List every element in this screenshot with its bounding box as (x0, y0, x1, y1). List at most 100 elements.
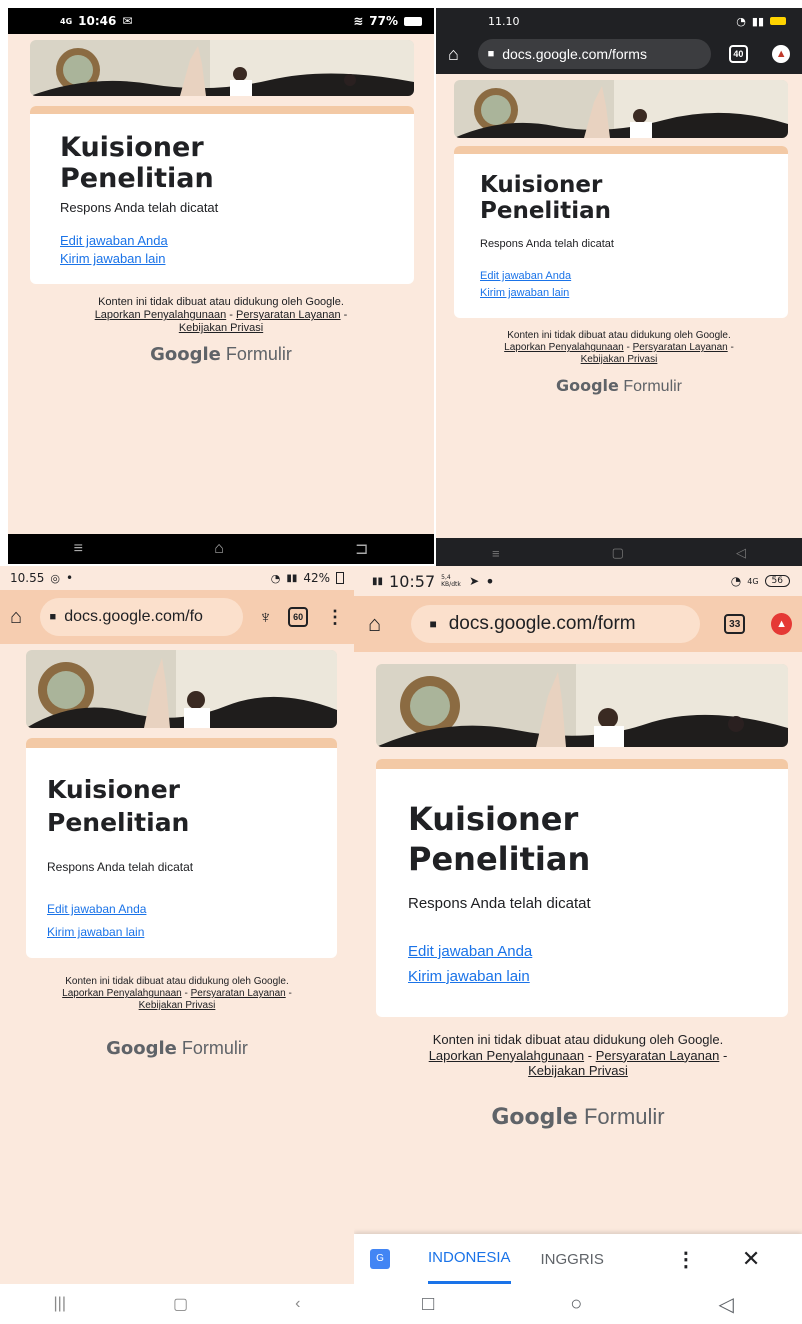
update-icon[interactable]: ▲ (771, 613, 792, 635)
status-time: 10:46 (78, 14, 117, 28)
footer: Konten ini tidak dibuat atau didukung ol… (354, 1032, 802, 1079)
google-forms-logo: Google Formulir (150, 344, 292, 365)
disclaimer-text: Konten ini tidak dibuat atau didukung ol… (432, 1032, 724, 1047)
signal-icon: ▮▮ (751, 14, 764, 28)
nav-bar: ≡ ⌂ ⊐ (8, 534, 434, 564)
report-abuse-link[interactable]: Laporkan Penyalahgunaan (95, 309, 227, 321)
tab-switcher-button[interactable]: 40 (728, 45, 749, 63)
battery-level: 56 (764, 575, 790, 587)
privacy-link[interactable]: Kebijakan Privasi (581, 354, 658, 365)
google-forms-logo: Google Formulir (555, 376, 683, 395)
back-nav-icon[interactable]: ⊐ (355, 539, 368, 559)
response-recorded-text: Respons Anda telah dicatat (47, 860, 194, 874)
disclaimer-text: Konten ini tidak dibuat atau didukung ol… (65, 976, 289, 987)
edit-response-link[interactable]: Edit jawaban Anda (480, 268, 571, 285)
microphone-icon[interactable]: ♆ (259, 607, 273, 628)
status-bar: 4G 10:46 ✉ ≋ 77% (8, 8, 434, 34)
banner-photo (376, 664, 788, 747)
banner-photo (454, 80, 788, 138)
response-recorded-text: Respons Anda telah dicatat (408, 895, 591, 912)
browser-toolbar: ⌂ ■ docs.google.com/forms 40 ▲ (436, 34, 802, 74)
edit-response-link[interactable]: Edit jawaban Anda (60, 232, 168, 250)
lock-icon: ■ (49, 611, 57, 623)
footer: Konten ini tidak dibuat atau didukung ol… (436, 330, 802, 366)
notification-dot-icon: • (65, 571, 74, 585)
report-abuse-link[interactable]: Laporkan Penyalahgunaan (504, 342, 624, 353)
translate-menu-icon[interactable]: ⋮ (676, 1247, 696, 1272)
terms-link[interactable]: Persyaratan Layanan (596, 1048, 720, 1063)
alarm-icon: ◔ (270, 571, 281, 585)
form-title: Kuisioner Penelitian (480, 172, 611, 225)
menu-nav-icon[interactable]: ≡ (74, 540, 83, 558)
update-icon[interactable]: ▲ (772, 45, 791, 63)
report-abuse-link[interactable]: Laporkan Penyalahgunaan (429, 1048, 584, 1063)
form-banner-image (454, 80, 788, 138)
status-time: 10.55 (10, 571, 45, 585)
confirmation-card: Kuisioner Penelitian Respons Anda telah d… (454, 146, 788, 318)
home-icon[interactable]: ⌂ (448, 44, 478, 65)
tab-switcher-button[interactable]: 60 (288, 607, 308, 627)
address-bar[interactable]: ■ docs.google.com/form (411, 605, 701, 643)
back-nav-icon[interactable]: ◁ (736, 545, 746, 561)
nav-bar: ≡ ▢ ◁ (436, 538, 802, 568)
privacy-link[interactable]: Kebijakan Privasi (528, 1063, 628, 1078)
google-translate-icon: G (370, 1249, 390, 1269)
back-nav-icon[interactable]: ◁ (719, 1292, 734, 1317)
home-nav-icon[interactable]: ○ (570, 1293, 582, 1316)
home-nav-icon[interactable]: ▢ (612, 545, 624, 561)
privacy-link[interactable]: Kebijakan Privasi (179, 322, 263, 334)
edit-response-link[interactable]: Edit jawaban Anda (408, 939, 532, 964)
privacy-link[interactable]: Kebijakan Privasi (139, 1000, 216, 1011)
translate-language-source-tab[interactable]: INDONESIA (428, 1234, 511, 1284)
footer: Konten ini tidak dibuat atau didukung ol… (0, 976, 354, 1012)
edit-response-link[interactable]: Edit jawaban Anda (47, 898, 146, 921)
menu-icon[interactable]: ⋮ (326, 607, 344, 628)
submit-another-link[interactable]: Kirim jawaban lain (60, 250, 168, 268)
battery-icon (404, 16, 422, 26)
signal-4g-icon: 4G (747, 576, 759, 586)
close-icon[interactable]: ✕ (742, 1246, 760, 1272)
mail-icon: ✉ (122, 14, 133, 28)
home-nav-icon[interactable]: ▢ (173, 1294, 188, 1314)
screenshot-4: ▮▮ 10:57 5,4 KB/dtk ➤ • ◔ 4G 56 ⌂ ■ docs… (354, 566, 802, 1324)
submit-another-link[interactable]: Kirim jawaban lain (408, 964, 532, 989)
recents-nav-icon[interactable]: ||| (54, 1295, 66, 1313)
form-banner-image (30, 40, 414, 96)
submit-another-link[interactable]: Kirim jawaban lain (480, 285, 571, 302)
browser-toolbar: ⌂ ■ docs.google.com/form 33 ▲ (354, 596, 802, 652)
terms-link[interactable]: Persyaratan Layanan (236, 309, 341, 321)
battery-level: 77% (369, 14, 398, 28)
nav-bar: ||| ▢ ‹ (0, 1284, 354, 1324)
address-bar[interactable]: ■ docs.google.com/forms (477, 39, 711, 69)
google-forms-logo: Google Formulir (106, 1038, 248, 1059)
menu-nav-icon[interactable]: ≡ (492, 546, 500, 561)
form-title: Kuisioner Penelitian (408, 800, 591, 878)
footer: Konten ini tidak dibuat atau didukung ol… (8, 296, 434, 336)
report-abuse-link[interactable]: Laporkan Penyalahgunaan (62, 988, 182, 999)
home-icon[interactable]: ⌂ (10, 606, 40, 629)
translate-language-target-tab[interactable]: INGGRIS (541, 1251, 604, 1268)
address-bar[interactable]: ■ docs.google.com/fo (39, 598, 243, 636)
url-text: docs.google.com/fo (64, 608, 203, 625)
form-title: Kuisioner Penelitian (47, 775, 190, 837)
terms-link[interactable]: Persyaratan Layanan (633, 342, 728, 353)
lock-icon: ■ (429, 617, 437, 631)
screenshot-3: 10.55 ◎ • ◔ ▮▮ 42% ⌂ ■ docs.google.com/f… (0, 566, 354, 1324)
recents-nav-icon[interactable]: □ (422, 1293, 434, 1316)
confirmation-card: Kuisioner Penelitian Respons Anda telah d… (376, 759, 788, 1017)
signal-icon: ▮▮ (286, 572, 298, 584)
mute-icon: ◔ (730, 574, 742, 588)
tab-switcher-button[interactable]: 33 (724, 614, 746, 634)
screenshot-1: 4G 10:46 ✉ ≋ 77% Kuisioner Penelitian Re… (8, 8, 434, 564)
terms-link[interactable]: Persyaratan Layanan (191, 988, 286, 999)
google-forms-logo: Google Formulir (491, 1104, 665, 1130)
signal-indicator: 4G (60, 16, 73, 26)
home-nav-icon[interactable]: ⌂ (214, 540, 224, 558)
url-text: docs.google.com/form (448, 613, 636, 634)
form-title: Kuisioner Penelitian (60, 132, 214, 195)
nav-bar: □ ○ ◁ (354, 1284, 802, 1324)
back-nav-icon[interactable]: ‹ (295, 1295, 300, 1313)
home-icon[interactable]: ⌂ (368, 611, 411, 637)
battery-level: 42% (303, 571, 330, 585)
submit-another-link[interactable]: Kirim jawaban lain (47, 921, 146, 944)
